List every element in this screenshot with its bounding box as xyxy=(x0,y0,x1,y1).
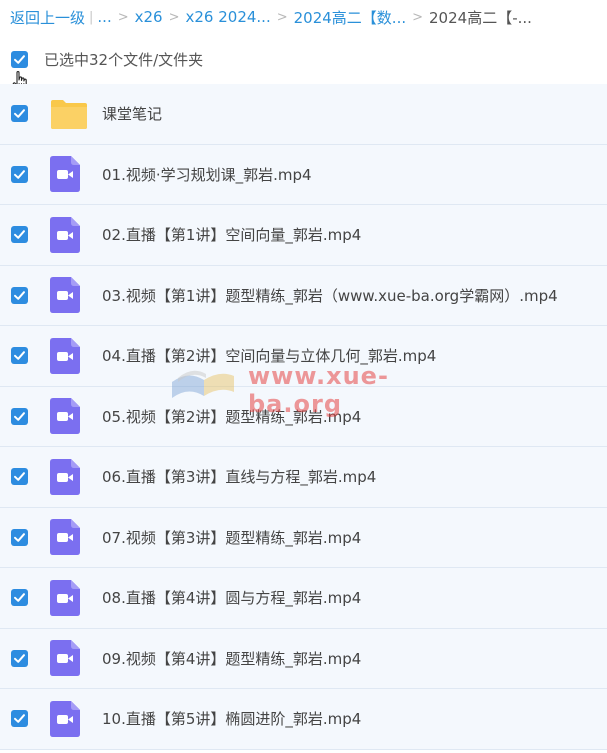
breadcrumb-item-x26[interactable]: x26 xyxy=(135,8,163,26)
breadcrumb-separator: > xyxy=(168,9,180,25)
breadcrumb-current: 2024高二【-... xyxy=(429,8,532,27)
checkmark-icon xyxy=(14,54,25,64)
list-item-video[interactable]: 08.直播【第4讲】圆与方程_郭岩.mp4 xyxy=(0,568,607,629)
list-item-video[interactable]: 07.视频【第3讲】题型精练_郭岩.mp4 xyxy=(0,507,607,568)
list-item-video[interactable]: 05.视频【第2讲】题型精练_郭岩.mp4 xyxy=(0,386,607,447)
list-item-video[interactable]: 02.直播【第1讲】空间向量_郭岩.mp4 xyxy=(0,205,607,266)
file-name[interactable]: 02.直播【第1讲】空间向量_郭岩.mp4 xyxy=(102,224,361,245)
breadcrumb-separator: > xyxy=(276,9,288,25)
checkmark-icon xyxy=(14,351,25,361)
row-checkbox[interactable] xyxy=(11,286,28,304)
video-file-icon xyxy=(50,640,86,677)
video-file-icon xyxy=(50,519,86,556)
checkmark-icon xyxy=(14,411,25,421)
video-file-icon xyxy=(50,156,86,193)
video-file-icon xyxy=(50,700,86,737)
row-checkbox[interactable] xyxy=(11,226,28,244)
list-item-video[interactable]: 04.直播【第2讲】空间向量与立体几何_郭岩.mp4 xyxy=(0,326,607,387)
file-name[interactable]: 09.视频【第4讲】题型精练_郭岩.mp4 xyxy=(102,648,361,669)
checkmark-icon xyxy=(14,169,25,179)
list-item-video[interactable]: 01.视频·学习规划课_郭岩.mp4 xyxy=(0,144,607,205)
file-name[interactable]: 10.直播【第5讲】椭圆进阶_郭岩.mp4 xyxy=(102,708,361,729)
breadcrumb-item-x26-2024[interactable]: x26 2024... xyxy=(186,8,271,26)
breadcrumb-separator: > xyxy=(412,9,424,25)
file-name[interactable]: 03.视频【第1讲】题型精练_郭岩（www.xue-ba.org学霸网）.mp4 xyxy=(102,285,558,306)
file-name[interactable]: 01.视频·学习规划课_郭岩.mp4 xyxy=(102,164,312,185)
row-checkbox[interactable] xyxy=(11,528,28,546)
list-item-video[interactable]: 06.直播【第3讲】直线与方程_郭岩.mp4 xyxy=(0,447,607,508)
video-file-icon xyxy=(50,216,86,253)
row-checkbox[interactable] xyxy=(11,468,28,486)
checkmark-icon xyxy=(14,109,25,119)
breadcrumb-separator: > xyxy=(117,9,129,25)
file-name[interactable]: 课堂笔记 xyxy=(102,103,162,124)
select-all-checkbox[interactable] xyxy=(11,50,28,68)
file-name[interactable]: 05.视频【第2讲】题型精练_郭岩.mp4 xyxy=(102,406,361,427)
file-name[interactable]: 06.直播【第3讲】直线与方程_郭岩.mp4 xyxy=(102,466,376,487)
selection-count-label: 已选中32个文件/文件夹 xyxy=(44,50,204,69)
row-checkbox[interactable] xyxy=(11,105,28,123)
file-name[interactable]: 08.直播【第4讲】圆与方程_郭岩.mp4 xyxy=(102,587,361,608)
list-item-folder[interactable]: 课堂笔记 xyxy=(0,84,607,145)
list-item-video[interactable]: 10.直播【第5讲】椭圆进阶_郭岩.mp4 xyxy=(0,689,607,750)
row-checkbox[interactable] xyxy=(11,589,28,607)
row-checkbox[interactable] xyxy=(11,347,28,365)
folder-icon xyxy=(50,96,87,132)
back-link[interactable]: 返回上一级 xyxy=(10,7,85,28)
file-browser: 返回上一级 | ... > x26 > x26 2024... > 2024高二… xyxy=(0,0,607,753)
file-name[interactable]: 07.视频【第3讲】题型精练_郭岩.mp4 xyxy=(102,527,361,548)
row-checkbox[interactable] xyxy=(11,710,28,728)
file-list: 课堂笔记 01.视频·学习规划课_郭岩.mp4 02.直播【第1讲】空间向量_郭… xyxy=(0,84,607,750)
row-checkbox[interactable] xyxy=(11,649,28,667)
breadcrumb-item-2024-grade2[interactable]: 2024高二【数... xyxy=(294,7,406,28)
checkmark-icon xyxy=(14,653,25,663)
video-file-icon xyxy=(50,277,86,314)
video-file-icon xyxy=(50,398,86,435)
breadcrumb: 返回上一级 | ... > x26 > x26 2024... > 2024高二… xyxy=(10,0,607,34)
video-file-icon xyxy=(50,337,86,374)
breadcrumb-divider: | xyxy=(89,9,94,25)
checkmark-icon xyxy=(14,532,25,542)
video-file-icon xyxy=(50,579,86,616)
checkmark-icon xyxy=(14,714,25,724)
list-item-video[interactable]: 03.视频【第1讲】题型精练_郭岩（www.xue-ba.org学霸网）.mp4 xyxy=(0,265,607,326)
row-checkbox[interactable] xyxy=(11,165,28,183)
checkmark-icon xyxy=(14,472,25,482)
selection-bar: 已选中32个文件/文件夹 xyxy=(0,34,607,84)
list-item-video[interactable]: 09.视频【第4讲】题型精练_郭岩.mp4 xyxy=(0,628,607,689)
checkmark-icon xyxy=(14,290,25,300)
video-file-icon xyxy=(50,458,86,495)
breadcrumb-ellipsis[interactable]: ... xyxy=(97,8,111,26)
checkmark-icon xyxy=(14,593,25,603)
checkmark-icon xyxy=(14,230,25,240)
file-name[interactable]: 04.直播【第2讲】空间向量与立体几何_郭岩.mp4 xyxy=(102,345,436,366)
row-checkbox[interactable] xyxy=(11,407,28,425)
